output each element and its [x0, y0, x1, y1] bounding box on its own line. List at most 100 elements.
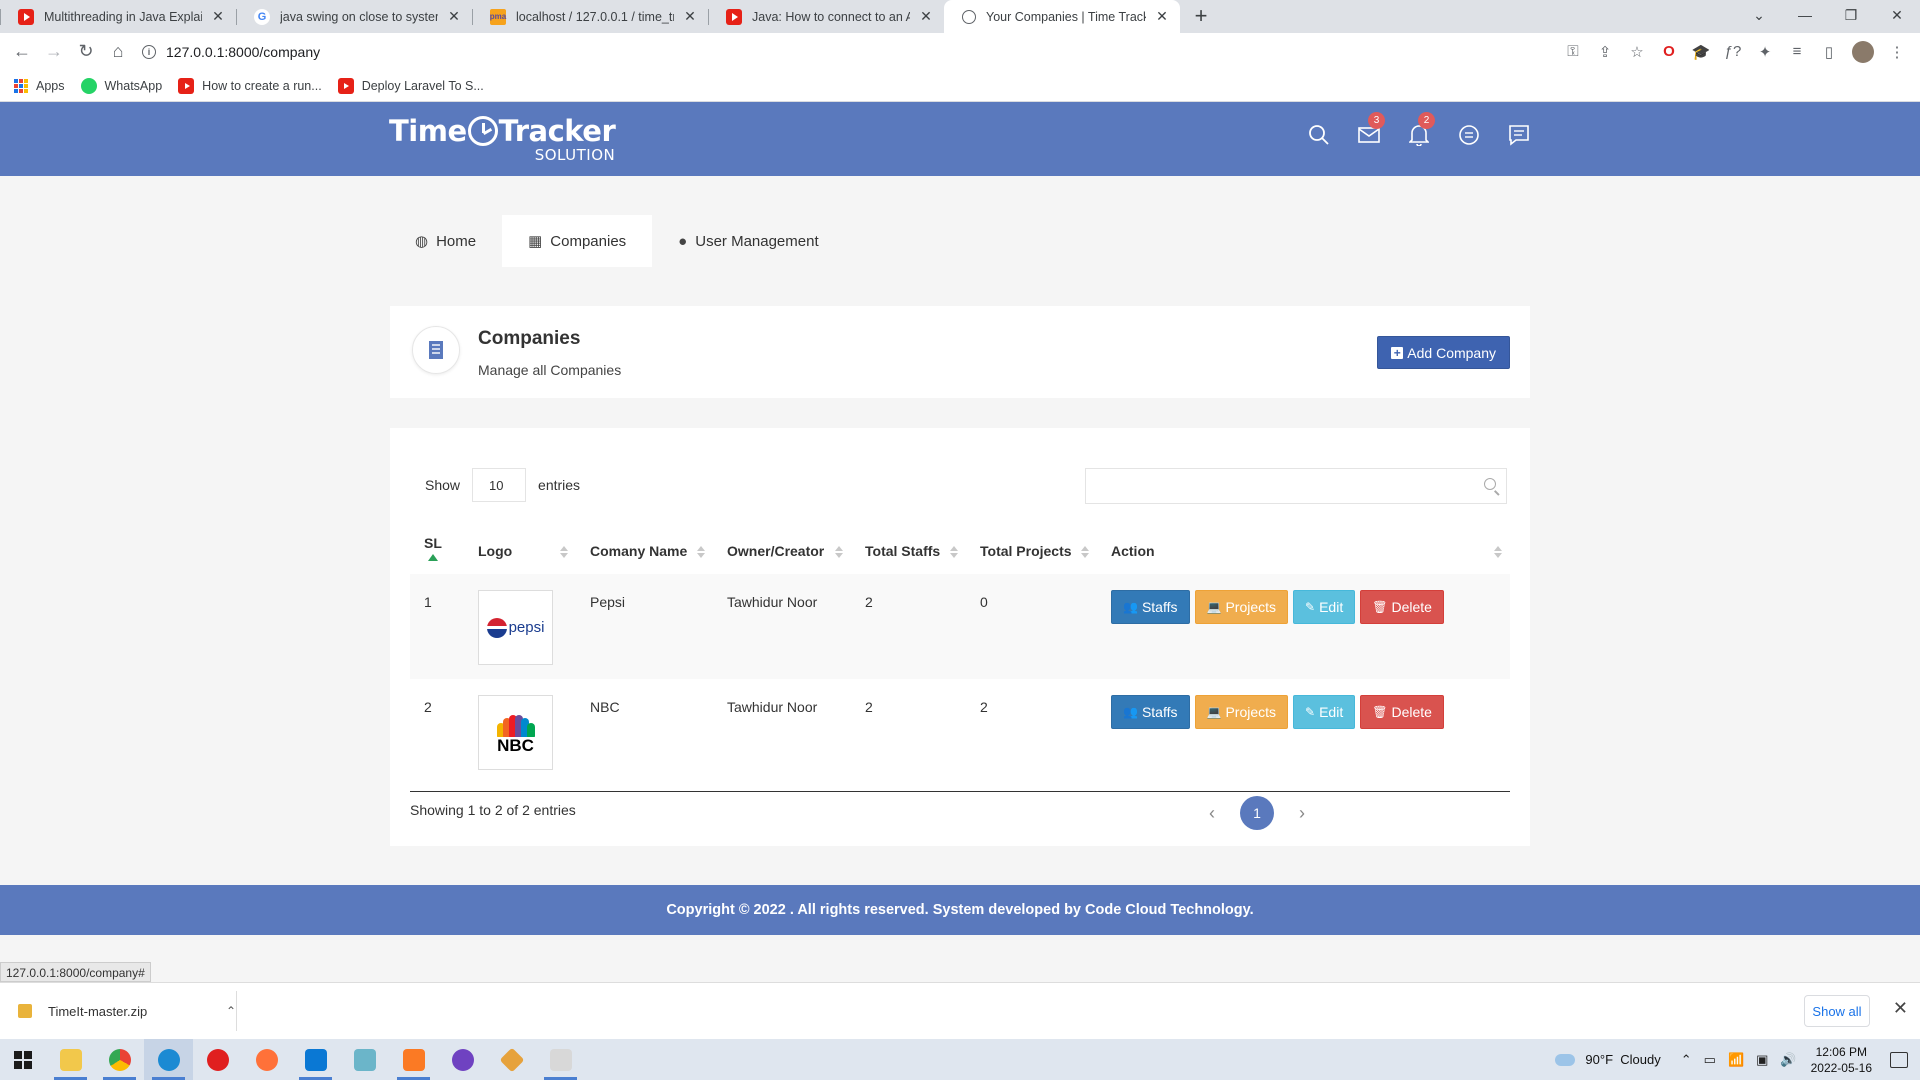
close-icon[interactable]: ✕	[918, 8, 934, 25]
browser-tab[interactable]: G java swing on close to system tra ✕	[236, 0, 472, 33]
puzzle-icon[interactable]: ✦	[1756, 43, 1774, 61]
column-header-staffs[interactable]: Total Staffs	[851, 528, 966, 574]
taskbar-clock[interactable]: 12:06 PM 2022-05-16	[1811, 1044, 1872, 1076]
delete-button[interactable]: 🗑 Delete	[1360, 695, 1444, 729]
weather-widget[interactable]: 90°F Cloudy	[1555, 1052, 1661, 1067]
close-icon[interactable]: ✕	[1154, 8, 1170, 25]
bell-icon[interactable]: 2	[1406, 112, 1435, 148]
browser-tab[interactable]: Java: How to connect to an API u ✕	[708, 0, 944, 33]
column-header-sl[interactable]: SL	[410, 528, 464, 574]
browser-tab[interactable]: Multithreading in Java Explained ✕	[0, 0, 236, 33]
header-icons: 3 2	[1306, 112, 1532, 148]
opera-icon[interactable]	[193, 1039, 242, 1080]
edit-button[interactable]: ✎ Edit	[1293, 695, 1356, 729]
menu-item-home[interactable]: ◍ Home	[389, 215, 502, 267]
reload-button[interactable]: ↻	[72, 38, 100, 66]
page-subtitle: Manage all Companies	[478, 362, 622, 378]
sort-icon	[1494, 546, 1502, 558]
bookmark-star-icon[interactable]: ☆	[1628, 43, 1646, 61]
chat-bubble-icon[interactable]	[1456, 122, 1482, 148]
browser-tab[interactable]: pma localhost / 127.0.0.1 / time_track ✕	[472, 0, 708, 33]
formula-extension-icon[interactable]: ƒ?	[1724, 43, 1742, 61]
reading-list-icon[interactable]: ≡	[1788, 43, 1806, 61]
close-icon[interactable]: ✕	[682, 8, 698, 25]
diamond-app-icon[interactable]	[487, 1039, 536, 1080]
projects-button[interactable]: 💻 Projects	[1194, 590, 1289, 624]
vscode-icon[interactable]	[291, 1039, 340, 1080]
table-search-input[interactable]	[1085, 468, 1507, 504]
bookmark-apps[interactable]: Apps	[14, 78, 65, 93]
bookmark-run[interactable]: How to create a run...	[178, 77, 322, 94]
add-company-button[interactable]: + Add Company	[1377, 336, 1510, 369]
pdf-icon[interactable]: ▣	[1756, 1052, 1768, 1068]
graduation-extension-icon[interactable]: 🎓	[1692, 43, 1711, 61]
chrome-icon[interactable]	[95, 1039, 144, 1080]
menu-item-companies[interactable]: ▦ Companies	[502, 215, 653, 267]
browser-tab-active[interactable]: Your Companies | Time Tracker S ✕	[944, 0, 1180, 33]
minimize-button[interactable]: —	[1782, 0, 1828, 30]
forward-button[interactable]: →	[40, 38, 68, 66]
previous-page-icon[interactable]: ‹	[1202, 803, 1222, 824]
sort-asc-icon	[428, 554, 438, 561]
chevron-up-icon[interactable]: ⌃	[226, 1004, 236, 1018]
staffs-button[interactable]: 👥 Staffs	[1111, 695, 1190, 729]
wifi-icon[interactable]: 📶	[1728, 1052, 1744, 1068]
download-item[interactable]: TimeIt-master.zip ⌃	[18, 999, 236, 1023]
trash-icon: 🗑	[1372, 705, 1388, 719]
share-icon[interactable]: ⇪	[1596, 43, 1614, 61]
column-header-action[interactable]: Action	[1097, 528, 1510, 574]
back-button[interactable]: ←	[8, 38, 36, 66]
home-button[interactable]: ⌂	[104, 38, 132, 66]
column-header-owner[interactable]: Owner/Creator	[713, 528, 851, 574]
button-label: Delete	[1391, 704, 1432, 720]
menu-item-user-management[interactable]: ● User Management	[652, 215, 844, 267]
staffs-button[interactable]: 👥 Staffs	[1111, 590, 1190, 624]
bookmark-laravel[interactable]: Deploy Laravel To S...	[337, 77, 484, 94]
window-close-button[interactable]: ✕	[1874, 0, 1920, 30]
chevron-up-icon[interactable]: ⌃	[1681, 1052, 1692, 1068]
mail-icon[interactable]: 3	[1356, 112, 1385, 148]
side-panel-icon[interactable]: ▯	[1820, 43, 1838, 61]
github-desktop-icon[interactable]	[438, 1039, 487, 1080]
next-page-icon[interactable]: ›	[1292, 803, 1312, 824]
bookmark-whatsapp[interactable]: WhatsApp	[80, 77, 162, 94]
key-icon[interactable]: ⚿	[1564, 43, 1582, 61]
notification-center-icon[interactable]	[1890, 1051, 1908, 1068]
hexagon-app-icon[interactable]	[340, 1039, 389, 1080]
profile-avatar[interactable]	[1852, 40, 1874, 63]
close-icon[interactable]: ✕	[1893, 998, 1908, 1019]
address-bar[interactable]: i 127.0.0.1:8000/company	[136, 38, 1564, 66]
site-info-icon[interactable]: i	[142, 44, 156, 59]
column-header-name[interactable]: Comany Name	[576, 528, 713, 574]
firefox-icon[interactable]	[242, 1039, 291, 1080]
delete-button[interactable]: 🗑 Delete	[1360, 590, 1444, 624]
meet-icon[interactable]: ▭	[1704, 1052, 1716, 1068]
column-header-logo[interactable]: Logo	[464, 528, 576, 574]
new-tab-button[interactable]: +	[1186, 1, 1216, 31]
cell-owner: Tawhidur Noor	[713, 574, 851, 679]
java-app-icon[interactable]	[536, 1039, 585, 1080]
file-explorer-icon[interactable]	[46, 1039, 95, 1080]
start-button[interactable]	[0, 1039, 46, 1080]
xampp-icon[interactable]	[389, 1039, 438, 1080]
column-header-projects[interactable]: Total Projects	[966, 528, 1097, 574]
message-icon[interactable]	[1506, 122, 1532, 148]
tab-title: localhost / 127.0.0.1 / time_track	[516, 9, 674, 24]
entries-select[interactable]: 10	[472, 468, 527, 502]
show-all-button[interactable]: Show all	[1804, 995, 1870, 1027]
page-button-current[interactable]: 1	[1240, 796, 1274, 830]
tab-search-icon[interactable]: ⌄	[1736, 0, 1782, 30]
restore-button[interactable]: ❐	[1828, 0, 1874, 30]
volume-icon[interactable]: 🔊	[1780, 1052, 1796, 1068]
projects-button[interactable]: 💻 Projects	[1194, 695, 1289, 729]
app-logo[interactable]: Time Tracker SOLUTION	[389, 116, 616, 170]
close-icon[interactable]: ✕	[210, 8, 226, 25]
building-icon: ▦	[528, 233, 543, 250]
menu-dots-icon[interactable]: ⋮	[1888, 43, 1906, 61]
edit-button[interactable]: ✎ Edit	[1293, 590, 1356, 624]
edge-icon[interactable]	[144, 1039, 193, 1080]
opera-extension-icon[interactable]: O	[1660, 43, 1678, 61]
companies-table: SL Logo Comany Name Owner/Creator Total …	[410, 528, 1510, 784]
search-icon[interactable]	[1306, 122, 1332, 148]
close-icon[interactable]: ✕	[446, 8, 462, 25]
